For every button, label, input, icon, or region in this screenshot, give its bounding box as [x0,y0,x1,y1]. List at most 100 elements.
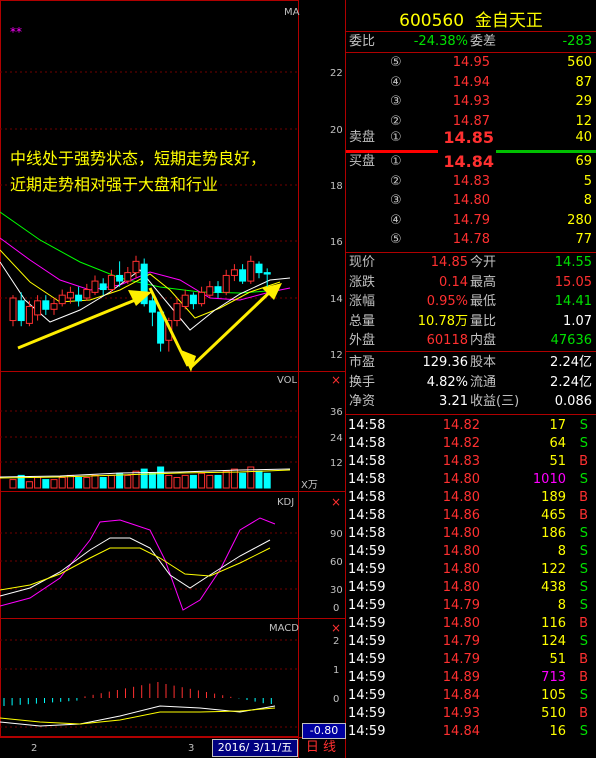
volume-bar [189,474,197,489]
volume-bar [148,472,156,489]
kdj-label: KDJ [277,497,294,508]
tick-price: 14.80 [442,472,480,487]
tick-time: 14:58 [348,454,386,469]
tick-time: 14:59 [348,634,386,649]
tick-row: 14:58 14.82 17 S [346,417,596,435]
quote-label: 现价 [349,255,376,270]
bid-price: 14.84 [443,152,494,171]
volume-bar [255,470,263,489]
close-vol-icon[interactable]: × [331,373,341,387]
tick-side: S [579,580,588,595]
level-number: ④ [390,74,402,90]
vol-tick: 36 [330,407,343,418]
tick-price: 14.80 [442,616,480,631]
weibi-row: 委比 -24.38% 委差 -283 [346,33,596,51]
tick-volume: 116 [541,616,566,631]
volume-bar [58,477,66,489]
tick-volume: 8 [557,598,566,613]
volume-bar [107,474,115,489]
candle-body [99,283,107,291]
candle-body [17,300,25,322]
chart-canvas[interactable]: MA ** 22 20 18 16 14 12 VOL × 36 24 12 X… [0,0,346,758]
fund-value: 0.086 [554,394,592,409]
fund-value: 3.21 [439,394,468,409]
quote-value: 47636 [550,333,592,348]
tick-side: S [579,436,588,451]
candle-body [34,300,42,316]
tick-row: 14:59 14.79 8 S [346,597,596,615]
tick-side: S [579,472,588,487]
level-number: ③ [390,94,402,109]
volume-bar [25,481,33,489]
vol-unit: X万 [301,480,318,491]
fund-label: 市盈 [349,355,376,370]
tick-price: 14.86 [442,508,480,523]
volume-bar [263,472,271,489]
tick-price: 14.79 [442,652,480,667]
buy-label: 买盘 [349,154,376,169]
bid-volume: 280 [567,212,592,228]
quote-value: 10.78万 [417,313,468,329]
volume-bar [239,472,247,489]
tick-volume: 465 [541,508,566,523]
tick-side: B [579,616,588,631]
quote-label: 量比 [470,313,497,329]
quote-row: 涨幅 0.95% 最低 14.41 [346,293,596,311]
close-macd-icon[interactable]: × [331,621,341,635]
candle-body [124,272,132,282]
tick-side: B [579,454,588,469]
arrow-head-2 [181,350,196,372]
tick-row: 14:58 14.80 186 S [346,525,596,543]
candle-body [9,297,17,322]
tick-side: S [579,724,588,739]
ask-price: 14.94 [452,74,490,90]
tick-time: 14:58 [348,508,386,523]
divider [346,31,596,32]
quote-label: 最高 [470,274,497,290]
tick-volume: 51 [549,652,566,667]
volume-bar [34,477,42,489]
ma-line [0,249,281,319]
quote-label: 内盘 [470,333,497,348]
kline-chart-area[interactable]: MA ** 22 20 18 16 14 12 VOL × 36 24 12 X… [0,0,346,758]
tick-volume: 510 [541,706,566,721]
quote-value: 0.14 [439,274,468,290]
tick-row: 14:58 14.80 1010 S [346,471,596,489]
ask-price: 14.85 [443,128,494,147]
volume-bar [9,479,17,489]
tick-volume: 124 [541,634,566,649]
candle-body [75,294,83,302]
quote-label: 涨跌 [349,274,376,290]
quote-row: 涨跌 0.14 最高 15.05 [346,274,596,292]
vol-tick: 24 [330,433,343,444]
candle-body [83,289,91,299]
period-selector[interactable]: 日 线 [298,739,344,756]
close-kdj-icon[interactable]: × [331,495,341,509]
ask-volume: 40 [575,130,592,145]
sell-label: 卖盘 [349,130,376,145]
vol-tick: 12 [330,458,343,469]
annotation-line: 近期走势相对强于大盘和行业 [10,175,219,194]
quote-value: 14.41 [554,294,592,309]
level-number: ② [390,173,402,189]
level-number: ② [390,113,402,129]
tick-row: 14:58 14.80 189 B [346,489,596,507]
tick-volume: 1010 [532,472,566,487]
fund-row: 净资 3.21 收益(三) 0.086 [346,393,596,411]
ask-row: ⑤ 14.95 560 [346,54,596,72]
volume-bar [50,479,58,489]
tick-side: B [579,706,588,721]
macd-tick: 2 [333,636,339,647]
date-indicator: 2016/ 3/11/五 [212,739,298,757]
quote-row: 总量 10.78万 量比 1.07 [346,313,596,331]
tick-price: 14.80 [442,526,480,541]
tick-volume: 189 [541,490,566,505]
volume-bar [124,474,132,489]
volume-bar [66,474,74,489]
tick-price: 14.82 [442,436,480,451]
tick-time: 14:59 [348,652,386,667]
ask-volume: 560 [567,55,592,70]
tick-price: 14.80 [442,544,480,559]
candle-body [181,294,189,307]
ma-line [0,211,281,294]
